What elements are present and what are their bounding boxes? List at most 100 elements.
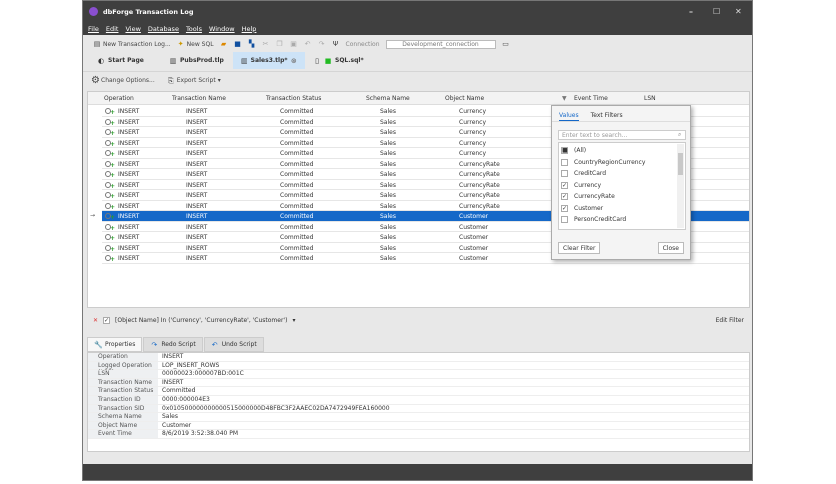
menu-edit[interactable]: Edit	[106, 25, 119, 33]
property-name: Schema Name	[88, 413, 158, 421]
col-lsn[interactable]: LSN	[644, 95, 656, 102]
copy-icon[interactable]: ❐	[276, 40, 284, 48]
filter-value-item[interactable]: CreditCard	[561, 168, 606, 179]
connection-manager-icon[interactable]: ▭	[502, 40, 510, 48]
new-transaction-log-button[interactable]: ▤ New Transaction Log...	[93, 40, 171, 48]
tab-properties[interactable]: 🔧 Properties	[87, 337, 143, 352]
filter-value-item[interactable]: ✓ Currency	[561, 180, 601, 191]
cell-transaction-status: Committed	[280, 192, 314, 199]
cell-operation: INSERT	[118, 171, 140, 178]
open-icon[interactable]: ▰	[220, 40, 228, 48]
cell-transaction-status: Committed	[280, 118, 314, 126]
filter-expression[interactable]: [Object Name] In ('Currency', 'CurrencyR…	[115, 317, 287, 324]
property-row[interactable]: Schema Name Sales	[88, 413, 749, 422]
menu-window[interactable]: Window	[209, 25, 235, 33]
property-row[interactable]: Operation INSERT	[88, 353, 749, 362]
cell-object-name: Currency	[459, 139, 487, 147]
filter-value-item[interactable]: CountryRegionCurrency	[561, 157, 645, 168]
menu-help[interactable]: Help	[242, 25, 257, 33]
cell-schema-name: Sales	[380, 202, 396, 210]
tab-sales3[interactable]: ▥ Sales3.tlp* ⊗	[233, 52, 305, 69]
cell-object-name: Currency	[459, 118, 487, 126]
scroll-thumb[interactable]	[678, 153, 683, 175]
tab-label: Properties	[105, 341, 136, 348]
edit-filter-button[interactable]: Edit Filter	[716, 317, 744, 324]
save-icon[interactable]: ■	[234, 40, 242, 48]
maximize-button[interactable]: ☐	[713, 7, 720, 16]
col-transaction-status[interactable]: Transaction Status	[266, 95, 321, 102]
change-options-button[interactable]: ⚙ Change Options...	[91, 75, 155, 85]
cell-transaction-name: INSERT	[186, 139, 208, 147]
tab-start-page[interactable]: ◐ Start Page	[89, 52, 161, 69]
cell-object-name: Customer	[459, 255, 489, 262]
property-row[interactable]: LSN 00000023:000007BD:001C	[88, 370, 749, 379]
close-button[interactable]: ✕	[735, 7, 742, 16]
connection-select[interactable]: Development_connection	[385, 39, 496, 49]
col-schema-name[interactable]: Schema Name	[366, 95, 410, 102]
close-popup-button[interactable]: Close	[657, 242, 684, 254]
checkbox[interactable]	[561, 158, 568, 166]
menu-file[interactable]: File	[88, 25, 99, 33]
new-sql-button[interactable]: ✦ New SQL	[177, 40, 214, 48]
property-row[interactable]: Object Name Customer	[88, 421, 749, 431]
minimize-button[interactable]: –	[689, 7, 693, 16]
filter-mru-arrow-icon[interactable]: ▾	[292, 317, 295, 324]
property-row[interactable]: Transaction Name INSERT	[88, 378, 749, 388]
property-row[interactable]: Transaction Status Committed	[88, 387, 749, 396]
filter-value-label: Currency	[574, 181, 602, 189]
checkbox[interactable]: ✓	[561, 193, 568, 200]
menu-database[interactable]: Database	[148, 25, 179, 33]
filter-search-input[interactable]: Enter text to search...	[558, 130, 686, 140]
save-all-icon[interactable]: ▚	[248, 40, 256, 48]
tab-values[interactable]: Values	[559, 112, 579, 121]
menu-view[interactable]: View	[125, 25, 140, 33]
tab-pubsprod[interactable]: ▥ PubsProd.tlp	[161, 52, 233, 69]
tab-close-icon[interactable]: ⊗	[291, 57, 297, 65]
tab-undo-script[interactable]: ↶ Undo Script	[203, 337, 264, 352]
checkbox[interactable]: ✓	[561, 181, 568, 189]
filter-value-item[interactable]: PersonCreditCard	[561, 214, 626, 225]
tab-label: Start Page	[108, 57, 144, 64]
main-toolbar: ▤ New Transaction Log... ✦ New SQL ▰ ■ ▚ ✂…	[83, 36, 752, 52]
property-name: Logged Operation (LOP)	[88, 361, 158, 376]
filter-enabled-checkbox[interactable]: ✓	[103, 316, 111, 324]
property-row[interactable]: Logged Operation (LOP) LOP_INSERT_ROWS	[88, 361, 749, 376]
col-operation[interactable]: Operation	[104, 95, 134, 102]
undo-icon[interactable]: ↶	[304, 40, 312, 48]
cut-icon[interactable]: ✂	[262, 40, 270, 48]
property-row[interactable]: Transaction ID 0000:000004E3	[88, 395, 749, 405]
new-log-icon: ▤	[93, 40, 101, 48]
cell-transaction-name: INSERT	[186, 192, 208, 199]
tab-sql[interactable]: ▯ ■ SQL.sql*	[305, 52, 377, 69]
property-row[interactable]: Transaction SID 0x01050000000000051500000…	[88, 404, 749, 414]
filter-value-item[interactable]: ■ (All)	[561, 145, 586, 156]
checkbox[interactable]	[561, 170, 568, 177]
insert-operation-icon	[105, 223, 115, 232]
export-script-button[interactable]: ⎘ Export Script ▾	[167, 77, 221, 85]
checkbox[interactable]: ■	[561, 147, 568, 154]
cell-schema-name: Sales	[380, 139, 396, 147]
insert-operation-icon	[105, 150, 115, 158]
col-transaction-name[interactable]: Transaction Name	[172, 95, 226, 102]
clear-filter-button[interactable]: Clear Filter	[558, 242, 601, 254]
tab-redo-script[interactable]: ↷ Redo Script	[143, 337, 203, 352]
list-scrollbar[interactable]	[677, 144, 684, 228]
checkbox[interactable]: ✓	[561, 204, 568, 212]
col-object-name[interactable]: Object Name	[445, 95, 484, 102]
cell-object-name: CurrencyRate	[459, 181, 500, 189]
col-event-time[interactable]: Event Time	[574, 95, 608, 102]
filter-value-item[interactable]: ✓ Customer	[561, 203, 603, 214]
checkbox[interactable]	[561, 216, 568, 223]
column-filter-icon[interactable]: ▼	[562, 95, 567, 102]
redo-icon[interactable]: ↷	[318, 40, 326, 48]
clear-filter-icon[interactable]: ✕	[93, 317, 98, 324]
paste-icon[interactable]: ▣	[290, 40, 298, 48]
property-row[interactable]: Event Time 8/6/2019 3:52:38.040 PM	[88, 430, 749, 439]
log-file-icon: ▥	[241, 56, 248, 65]
log-file-icon: ▥	[169, 56, 177, 65]
filter-value-item[interactable]: ✓ CurrencyRate	[561, 191, 615, 202]
menu-tools[interactable]: Tools	[186, 25, 202, 33]
tab-text-filters[interactable]: Text Filters	[591, 112, 623, 121]
cell-transaction-status: Committed	[280, 129, 314, 136]
cell-object-name: CurrencyRate	[459, 202, 500, 210]
